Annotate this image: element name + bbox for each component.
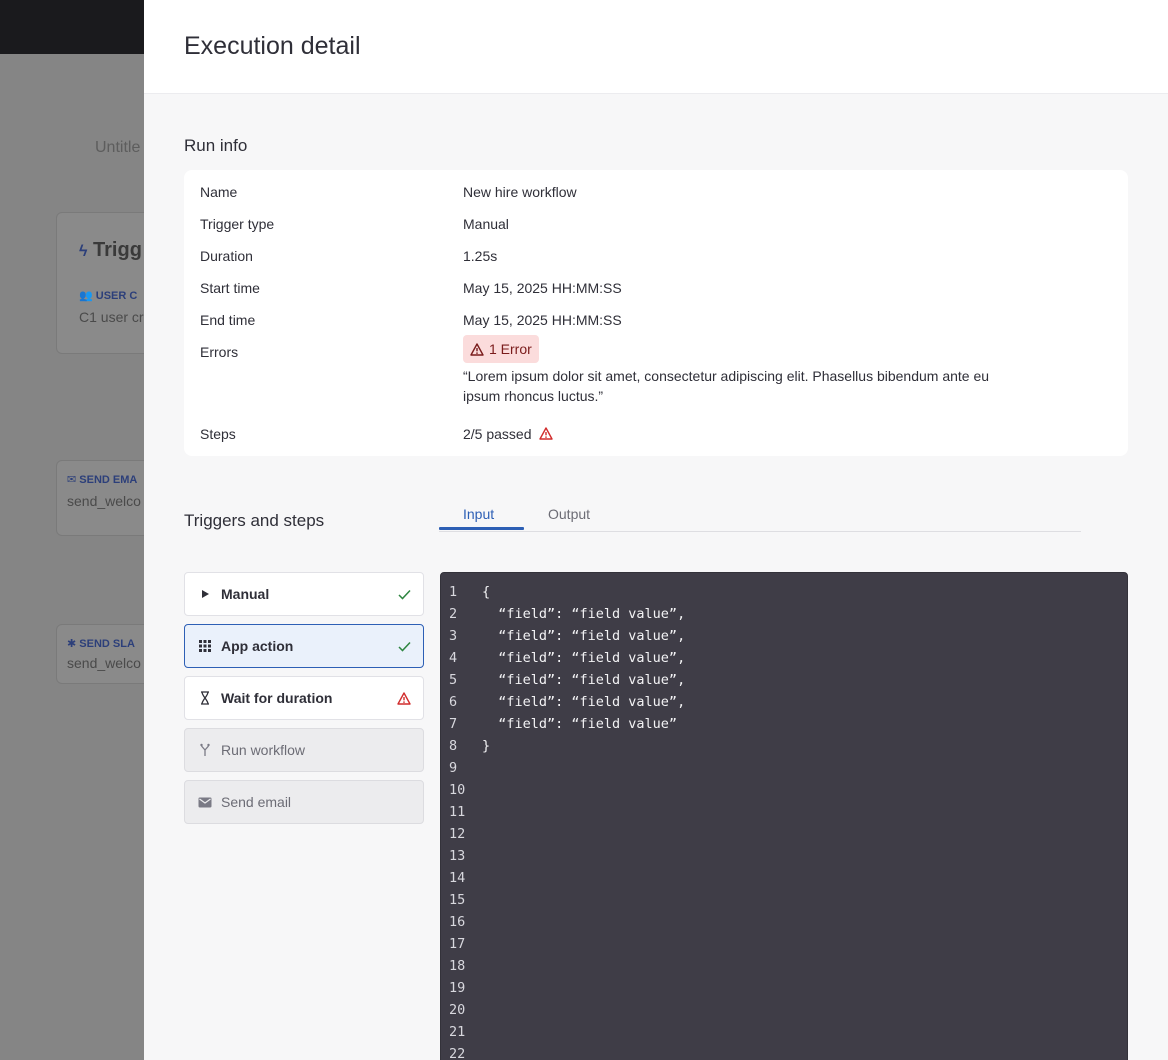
info-value: Manual (463, 216, 509, 232)
info-label: Steps (200, 426, 236, 442)
line-number: 4 (449, 650, 458, 666)
slack-icon: ✱ (67, 638, 77, 650)
play-icon (197, 586, 213, 602)
triggers-and-steps-title: Triggers and steps (184, 511, 325, 530)
line-number: 3 (449, 628, 458, 644)
background-card3-type: ✱ SEND SLA (67, 638, 135, 650)
line-content: “field”: “field value”, (482, 672, 686, 688)
check-icon (397, 587, 411, 601)
step-label: Send email (221, 794, 292, 810)
error-badge-label: 1 Error (489, 341, 532, 357)
line-number: 16 (449, 914, 466, 930)
step-app-action[interactable]: App action (184, 624, 424, 668)
line-number: 13 (449, 848, 466, 864)
error-message: “Lorem ipsum dolor sit amet, consectetur… (463, 368, 990, 404)
check-icon (397, 639, 411, 653)
background-card1-type: 👥 USER C (79, 290, 138, 302)
line-number: 10 (449, 782, 466, 798)
line-number: 17 (449, 936, 466, 952)
mail-icon (197, 794, 213, 810)
active-tab-indicator (439, 527, 524, 530)
io-tabs: Input Output (439, 498, 1081, 532)
line-number: 14 (449, 870, 466, 886)
step-label: Manual (221, 586, 270, 602)
line-content: “field”: “field value”, (482, 606, 686, 622)
step-manual[interactable]: Manual (184, 572, 424, 616)
step-send-email[interactable]: Send email (184, 780, 424, 824)
warning-icon (397, 691, 411, 705)
background-tab: Untitle (95, 139, 141, 156)
user-icon: 👥 (79, 290, 93, 302)
background-card1-value: C1 user cr (79, 309, 144, 325)
info-label: Name (200, 184, 238, 200)
step-label: Wait for duration (221, 690, 333, 706)
info-label: Duration (200, 248, 253, 264)
info-label: Trigger type (200, 216, 275, 232)
line-number: 7 (449, 716, 458, 732)
info-label: Start time (200, 280, 260, 296)
hourglass-icon (197, 690, 213, 706)
step-run-workflow[interactable]: Run workflow (184, 728, 424, 772)
steps-summary: 2/5 passed (463, 426, 554, 442)
step-label: App action (221, 638, 294, 654)
warning-icon (539, 427, 554, 440)
line-number: 20 (449, 1002, 466, 1018)
line-number: 9 (449, 760, 458, 776)
line-content: “field”: “field value”, (482, 650, 686, 666)
execution-detail-drawer: Execution detail Run info Name New hire … (144, 0, 1168, 1060)
line-number: 19 (449, 980, 466, 996)
line-content: } (482, 738, 491, 754)
background-card3-value: send_welco (67, 655, 141, 671)
line-number: 21 (449, 1024, 466, 1040)
steps-passed-value: 2/5 passed (463, 426, 532, 442)
error-badge: 1 Error (463, 335, 539, 363)
line-content: “field”: “field value” (482, 716, 678, 732)
line-content: “field”: “field value”, (482, 694, 686, 710)
line-number: 15 (449, 892, 466, 908)
info-value: May 15, 2025 HH:MM:SS (463, 280, 622, 296)
branch-icon (197, 742, 213, 758)
run-info-card: Name New hire workflow Trigger type Manu… (184, 170, 1128, 456)
background-card2-type: ✉ SEND EMA (67, 474, 138, 486)
line-number: 5 (449, 672, 458, 688)
step-label: Run workflow (221, 742, 306, 758)
tab-output[interactable]: Output (548, 506, 590, 522)
line-number: 2 (449, 606, 458, 622)
info-value: New hire workflow (463, 184, 577, 200)
background-trigger-title: ϟ Trigg (79, 239, 142, 261)
step-wait-for-duration[interactable]: Wait for duration (184, 676, 424, 720)
info-value: May 15, 2025 HH:MM:SS (463, 312, 622, 328)
bolt-icon: ϟ (79, 243, 88, 260)
mail-icon: ✉ (67, 474, 77, 486)
info-value: 1.25s (463, 248, 498, 264)
line-number: 6 (449, 694, 458, 710)
line-number: 1 (449, 584, 458, 600)
info-label: End time (200, 312, 256, 328)
line-number: 18 (449, 958, 466, 974)
grid-icon (197, 638, 213, 654)
line-content: { (482, 584, 491, 600)
line-number: 11 (449, 804, 466, 820)
line-content: “field”: “field value”, (482, 628, 686, 644)
line-number: 8 (449, 738, 458, 754)
line-number: 12 (449, 826, 466, 842)
line-number: 22 (449, 1046, 466, 1060)
drawer-title: Execution detail (184, 32, 361, 60)
tab-input[interactable]: Input (463, 506, 494, 522)
info-label: Errors (200, 344, 239, 360)
run-info-title: Run info (184, 136, 248, 155)
warning-icon (470, 342, 484, 356)
background-card2-value: send_welco (67, 493, 141, 509)
code-viewer[interactable]: 1 {2 “field”: “field value”, 3 “field”: “f… (440, 572, 1128, 1060)
